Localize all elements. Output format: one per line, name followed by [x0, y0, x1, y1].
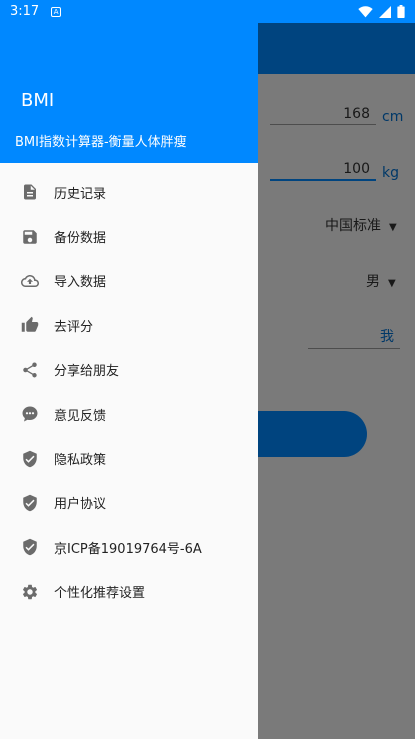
- menu-item-label: 用户协议: [54, 497, 107, 513]
- menu-item-share[interactable]: 分享给朋友: [0, 348, 258, 392]
- shield-check-icon: [21, 494, 39, 512]
- menu-item-history[interactable]: 历史记录: [0, 170, 258, 214]
- save-icon: [21, 228, 39, 246]
- document-icon: [21, 183, 39, 201]
- thumb-up-icon: [21, 316, 39, 334]
- drawer-title: BMI: [21, 90, 55, 111]
- feedback-icon: [21, 405, 39, 423]
- navigation-drawer: BMI BMI指数计算器-衡量人体胖瘦 历史记录 备份数据 导入数据 去评分 分…: [0, 0, 258, 739]
- wifi-icon: [358, 5, 373, 17]
- menu-item-rate[interactable]: 去评分: [0, 303, 258, 347]
- menu-item-label: 个性化推荐设置: [54, 586, 146, 602]
- menu-item-icp[interactable]: 京ICP备19019764号-6A: [0, 525, 258, 569]
- status-bar: 3:17 A: [0, 0, 415, 23]
- menu-item-label: 备份数据: [54, 231, 107, 247]
- menu-item-label: 隐私政策: [54, 453, 107, 469]
- signal-icon: [379, 5, 391, 18]
- menu-item-agreement[interactable]: 用户协议: [0, 481, 258, 525]
- gear-icon: [21, 583, 39, 601]
- share-icon: [21, 361, 39, 379]
- menu-item-label: 去评分: [54, 319, 94, 335]
- cloud-upload-icon: [21, 272, 39, 290]
- menu-item-feedback[interactable]: 意见反馈: [0, 392, 258, 436]
- status-icons: [358, 5, 405, 18]
- drawer-header: BMI BMI指数计算器-衡量人体胖瘦: [0, 0, 258, 163]
- menu-item-label: 意见反馈: [54, 408, 107, 424]
- menu-item-label: 分享给朋友: [54, 364, 120, 380]
- menu-item-import[interactable]: 导入数据: [0, 259, 258, 303]
- menu-item-label: 京ICP备19019764号-6A: [54, 541, 202, 557]
- shield-check-icon: [21, 450, 39, 468]
- menu-item-label: 历史记录: [54, 186, 107, 202]
- menu-item-recommendation-settings[interactable]: 个性化推荐设置: [0, 570, 258, 614]
- status-time: 3:17: [10, 4, 40, 19]
- shield-check-icon: [21, 538, 39, 556]
- menu-item-privacy[interactable]: 隐私政策: [0, 436, 258, 480]
- notification-icon: A: [51, 6, 62, 17]
- battery-icon: [397, 5, 405, 18]
- menu-item-label: 导入数据: [54, 275, 107, 291]
- drawer-menu: 历史记录 备份数据 导入数据 去评分 分享给朋友 意见反馈 隐私政策 用户协议 …: [0, 163, 258, 614]
- drawer-subtitle: BMI指数计算器-衡量人体胖瘦: [15, 135, 187, 150]
- menu-item-backup[interactable]: 备份数据: [0, 214, 258, 258]
